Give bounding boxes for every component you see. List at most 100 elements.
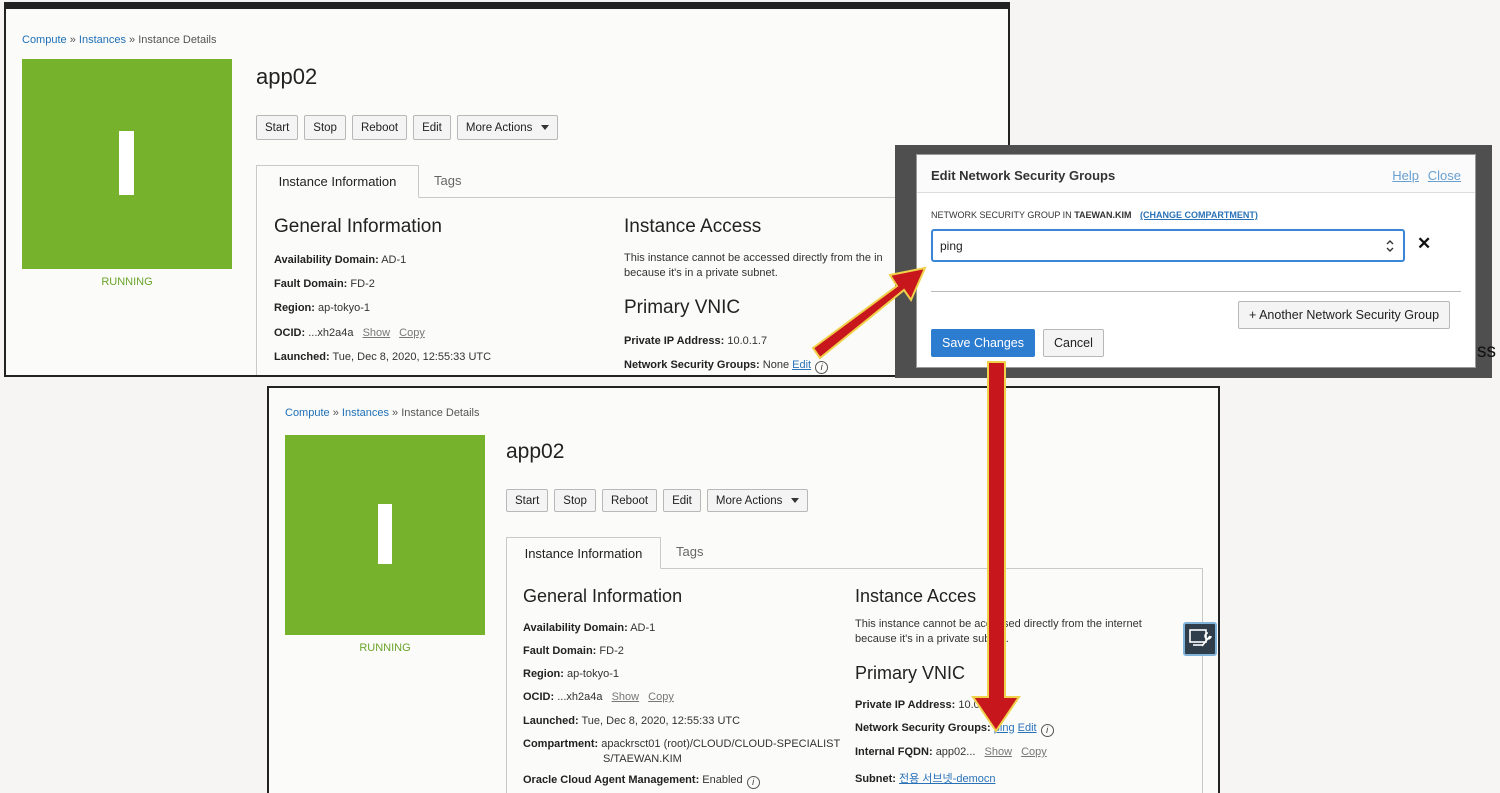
field-value: app02... <box>935 746 976 758</box>
subnet-link[interactable]: 전용 서브넷-democn <box>899 773 995 785</box>
breadcrumb-current: Instance Details <box>401 407 480 419</box>
field-value: 10.0. <box>958 699 983 711</box>
text-line: because it's in a private subnet. <box>855 633 1009 645</box>
ocid-copy-link[interactable]: Copy <box>648 691 674 703</box>
field-value: AD-1 <box>630 622 656 634</box>
dialog-title: Edit Network Security Groups <box>931 168 1116 183</box>
stop-button[interactable]: Stop <box>554 489 596 512</box>
edit-button[interactable]: Edit <box>663 489 701 512</box>
region-row: Region: ap-tokyo-1 <box>523 668 619 680</box>
tab-tags[interactable]: Tags <box>434 173 461 188</box>
fqdn-row: Internal FQDN: app02... Show Copy <box>855 746 1047 758</box>
reboot-button[interactable]: Reboot <box>601 489 658 512</box>
fqdn-show-link[interactable]: Show <box>985 746 1013 758</box>
breadcrumb-instances[interactable]: Instances <box>342 407 389 419</box>
caption-prefix: NETWORK SECURITY GROUP IN <box>931 210 1072 220</box>
nsg-select-value: ping <box>940 239 963 253</box>
info-icon[interactable]: i <box>1040 724 1054 737</box>
stop-button[interactable]: Stop <box>304 115 346 140</box>
private-ip-row: Private IP Address: 10.0. <box>855 699 983 711</box>
field-label: Compartment: <box>523 738 599 750</box>
field-label: Subnet: <box>855 773 896 785</box>
breadcrumb-separator: » <box>332 407 339 419</box>
primary-vnic-heading: Primary VNIC <box>855 663 966 683</box>
general-information-heading: General Information <box>523 586 683 606</box>
breadcrumb-separator: » <box>69 34 76 46</box>
ocid-copy-link[interactable]: Copy <box>399 327 425 339</box>
field-label: Private IP Address: <box>855 699 956 711</box>
field-value: 10.0.1.7 <box>727 335 768 347</box>
fault-domain-row: Fault Domain: FD-2 <box>523 645 624 657</box>
start-button[interactable]: Start <box>506 489 549 512</box>
cancel-button[interactable]: Cancel <box>1043 329 1104 357</box>
nsg-select[interactable]: ping <box>931 229 1405 262</box>
dialog-header: Edit Network Security Groups Help Close <box>917 155 1475 193</box>
field-label: Region: <box>523 668 564 680</box>
field-label: OCID: <box>274 327 306 339</box>
field-value: Enabled <box>702 774 743 786</box>
backdrop-heading-fragment: ss <box>1477 341 1496 362</box>
more-actions-label: More Actions <box>715 494 783 507</box>
instance-access-text: This instance cannot be accessed directl… <box>855 617 1142 647</box>
breadcrumb-current: Instance Details <box>138 34 217 46</box>
field-value: FD-2 <box>350 278 375 290</box>
help-link[interactable]: Help <box>1392 168 1419 183</box>
field-label: Network Security Groups: <box>624 359 760 371</box>
ocid-row: OCID: ...xh2a4a Show Copy <box>523 691 674 703</box>
region-row: Region: ap-tokyo-1 <box>274 302 370 314</box>
breadcrumb: Compute » Instances » Instance Details <box>22 34 217 46</box>
breadcrumb-compute[interactable]: Compute <box>22 34 67 46</box>
primary-vnic-heading: Primary VNIC <box>624 297 741 318</box>
field-label: Launched: <box>523 715 579 727</box>
edit-button[interactable]: Edit <box>413 115 451 140</box>
info-icon[interactable]: i <box>746 776 760 789</box>
instance-access-heading: Instance Acces <box>855 586 977 606</box>
compartment-caption: NETWORK SECURITY GROUP IN TAEWAN.KIM (CH… <box>931 210 1258 220</box>
tab-instance-information[interactable]: Instance Information <box>256 165 419 198</box>
general-information-heading: General Information <box>274 216 442 237</box>
more-actions-button[interactable]: More Actions <box>456 115 559 140</box>
field-value: Tue, Dec 8, 2020, 12:55:33 UTC <box>581 715 741 727</box>
tab-tags[interactable]: Tags <box>676 544 703 559</box>
field-label: Network Security Groups: <box>855 722 991 734</box>
ocid-show-link[interactable]: Show <box>363 327 391 339</box>
cloud-agent-row: Oracle Cloud Agent Management: Enabled i <box>523 774 760 789</box>
add-nsg-button[interactable]: + Another Network Security Group <box>1238 301 1451 329</box>
breadcrumb-instances[interactable]: Instances <box>79 34 126 46</box>
close-link[interactable]: Close <box>1428 168 1461 183</box>
launched-row: Launched: Tue, Dec 8, 2020, 12:55:33 UTC <box>523 715 740 727</box>
page-title: app02 <box>506 440 565 463</box>
change-compartment-link[interactable]: (CHANGE COMPARTMENT) <box>1140 210 1258 220</box>
dialog-divider <box>931 291 1461 292</box>
field-value: AD-1 <box>381 254 407 266</box>
save-changes-button[interactable]: Save Changes <box>931 329 1036 357</box>
start-button[interactable]: Start <box>256 115 299 140</box>
ocid-show-link[interactable]: Show <box>612 691 640 703</box>
page-title: app02 <box>256 64 318 89</box>
info-icon[interactable]: i <box>815 361 829 374</box>
instance-access-text: This instance cannot be accessed directl… <box>624 251 883 281</box>
text-line: This instance cannot be accessed directl… <box>855 618 1142 630</box>
support-tools-icon[interactable] <box>1183 622 1217 656</box>
reboot-button[interactable]: Reboot <box>351 115 408 140</box>
edit-nsg-dialog: Edit Network Security Groups Help Close … <box>916 154 1476 368</box>
nsg-ping-link[interactable]: ping <box>994 722 1015 734</box>
action-toolbar: Start Stop Reboot Edit More Actions <box>256 115 559 140</box>
more-actions-button[interactable]: More Actions <box>706 489 809 512</box>
fault-domain-row: Fault Domain: FD-2 <box>274 278 375 290</box>
instance-icon-tile <box>22 59 232 269</box>
field-value: FD-2 <box>599 645 624 657</box>
breadcrumb-compute[interactable]: Compute <box>285 407 330 419</box>
subnet-row: Subnet: 전용 서브넷-democn <box>855 770 995 786</box>
breadcrumb: Compute » Instances » Instance Details <box>285 407 480 419</box>
caret-down-icon <box>791 498 800 503</box>
availability-domain-row: Availability Domain: AD-1 <box>274 254 406 266</box>
instance-details-bottom: Compute » Instances » Instance Details R… <box>267 386 1220 793</box>
status-badge: RUNNING <box>359 642 411 654</box>
nsg-edit-link[interactable]: Edit <box>1018 722 1037 734</box>
nsg-edit-link[interactable]: Edit <box>792 359 811 371</box>
tab-instance-information[interactable]: Instance Information <box>506 537 661 569</box>
remove-nsg-icon[interactable]: ✕ <box>1417 234 1431 254</box>
status-badge: RUNNING <box>101 276 153 288</box>
fqdn-copy-link[interactable]: Copy <box>1021 746 1047 758</box>
